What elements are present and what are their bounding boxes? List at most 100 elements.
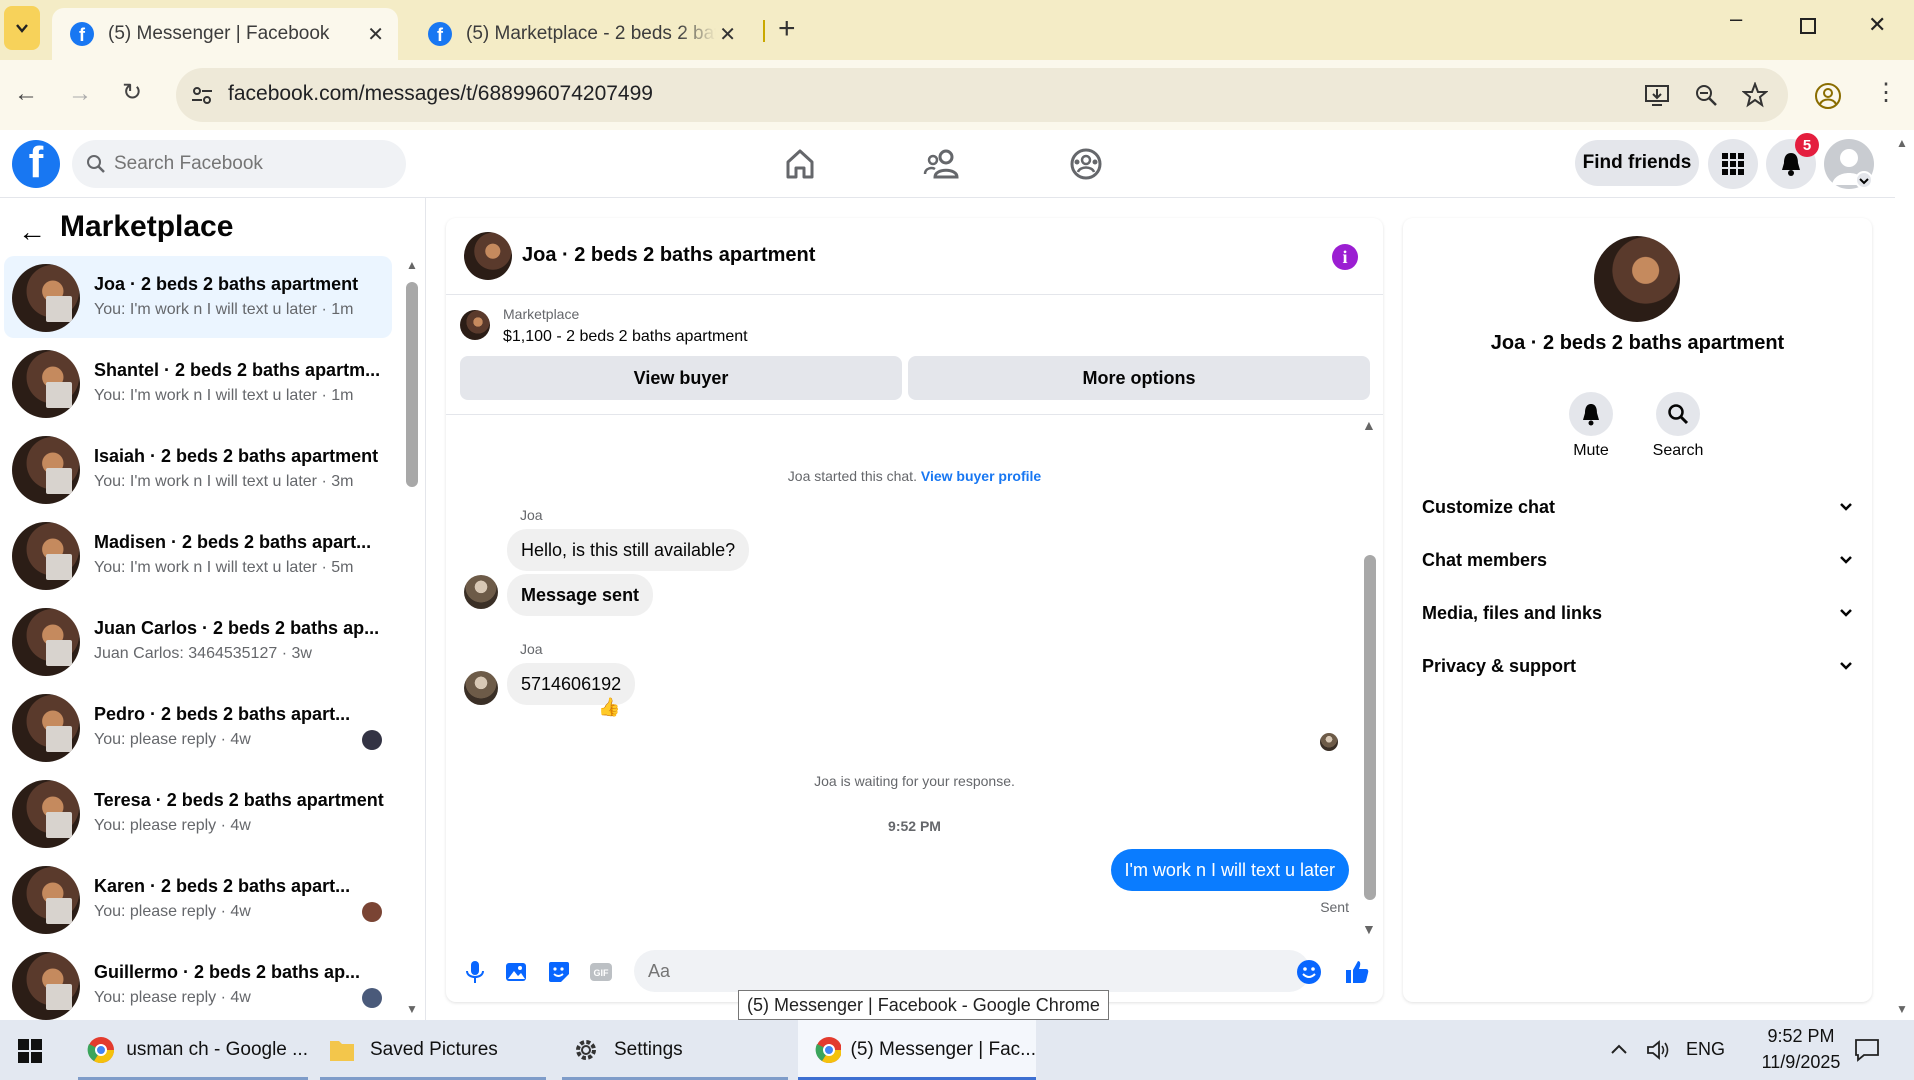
taskbar-app-saved-pictures[interactable]: Saved Pictures [320,1020,546,1080]
conversation-name: Karen · 2 beds 2 baths apart... [94,876,351,896]
chat-avatar[interactable] [464,232,512,280]
bookmark-star-icon[interactable] [1742,82,1768,108]
conversation-preview: You: I'm work n I will text u later · 1m [94,387,354,404]
taskbar-app-chrome-usman[interactable]: usman ch - Google ... [78,1020,308,1080]
browser-menu-icon[interactable]: ⋮ [1874,78,1898,107]
close-window-icon[interactable]: ✕ [1868,12,1886,38]
show-hidden-icons-icon[interactable] [1610,1042,1628,1056]
close-tab-icon[interactable]: ✕ [367,22,384,47]
facebook-favicon-icon: f [70,22,94,46]
scroll-down-arrow-icon[interactable]: ▼ [406,1002,418,1016]
account-avatar[interactable] [1824,139,1874,189]
install-app-icon[interactable] [1644,83,1670,107]
sender-avatar[interactable] [464,671,498,705]
incoming-message[interactable]: Hello, is this still available? [507,529,750,571]
taskbar-app-label: usman ch - Google ... [126,1039,308,1060]
mute-button[interactable] [1569,392,1613,436]
view-buyer-profile-link[interactable]: View buyer profile [921,468,1041,484]
facebook-logo[interactable]: f [12,140,60,188]
friends-icon[interactable] [922,144,962,184]
sticker-icon[interactable] [546,959,572,985]
page-scroll-down-arrow-icon[interactable]: ▼ [1896,1002,1908,1016]
chevron-down-icon [1840,662,1852,670]
chevron-down-icon [1840,503,1852,511]
taskbar-app-settings[interactable]: Settings [562,1020,788,1080]
site-info-icon[interactable] [190,84,214,106]
emoji-icon[interactable] [1296,959,1322,985]
chat-title[interactable]: Joa · 2 beds 2 baths apartment [522,244,815,267]
reload-icon[interactable]: ↻ [122,78,142,107]
conversation-item[interactable]: Karen · 2 beds 2 baths apart... You: plea… [4,858,392,940]
gif-icon[interactable]: GIF [588,959,614,985]
taskbar-app-label: Settings [614,1039,683,1060]
windows-start-icon[interactable] [18,1039,42,1063]
back-arrow-icon[interactable]: ← [18,216,46,248]
chevron-down-icon [1840,556,1852,564]
message-input[interactable] [634,950,1310,992]
conversation-item[interactable]: Madisen · 2 beds 2 baths apart... You: I'… [4,514,392,596]
conversation-item[interactable]: Teresa · 2 beds 2 baths apartment You: pl… [4,772,392,854]
photo-icon[interactable] [504,959,530,985]
language-indicator[interactable]: ENG [1686,1039,1725,1060]
restore-window-icon[interactable] [1800,18,1816,34]
browser-tab-strip: f (5) Messenger | Facebook ✕ f (5) Marke… [0,0,1914,60]
search-input[interactable] [114,140,394,188]
conversation-item[interactable]: Isaiah · 2 beds 2 baths apartment You: I'… [4,428,392,510]
conversation-item[interactable]: Juan Carlos · 2 beds 2 baths ap... Juan C… [4,600,392,682]
back-arrow-icon[interactable]: ← [14,80,38,108]
section-chat-members[interactable]: Chat members [1422,540,1854,580]
zoom-icon[interactable] [1694,83,1718,107]
profile-avatar[interactable] [1594,236,1680,322]
microphone-icon[interactable] [462,959,488,985]
profile-icon[interactable] [1814,82,1842,110]
find-friends-button[interactable]: Find friends [1575,140,1699,186]
section-customize-chat[interactable]: Customize chat [1422,487,1854,527]
like-thumb-icon[interactable] [1344,959,1370,985]
forward-arrow-icon[interactable]: → [68,80,92,108]
minimize-window-icon[interactable]: – [1730,6,1742,32]
incoming-message[interactable]: Message sent [507,574,654,616]
volume-icon[interactable] [1645,1038,1671,1062]
chat-started-notice: Joa started this chat. View buyer profil… [446,468,1383,484]
clock-time[interactable]: 9:52 PM [1746,1026,1856,1047]
notification-center-icon[interactable] [1854,1038,1880,1062]
outgoing-message[interactable]: I'm work n I will text u later [1110,849,1349,891]
conversation-item[interactable]: Joa · 2 beds 2 baths apartment You: I'm w… [4,256,392,338]
thread-scrollbar[interactable] [1364,555,1376,900]
conversation-item[interactable]: Guillermo · 2 beds 2 baths ap... You: ple… [4,944,392,1020]
scroll-up-arrow-icon[interactable]: ▲ [406,258,418,272]
clock-date[interactable]: 11/9/2025 [1746,1052,1856,1073]
tab-marketplace[interactable]: f (5) Marketplace - 2 beds 2 bath ✕ [410,8,750,60]
scroll-down-arrow-icon[interactable]: ▼ [1362,921,1376,937]
conversation-item[interactable]: Pedro · 2 beds 2 baths apart... You: plea… [4,686,392,768]
section-privacy-support[interactable]: Privacy & support [1422,646,1854,686]
menu-grid-button[interactable] [1708,139,1758,189]
info-icon[interactable]: i [1332,244,1358,270]
new-tab-button[interactable]: + [778,12,796,46]
search-in-chat-button[interactable] [1656,392,1700,436]
conversation-list-scrollbar[interactable] [406,282,418,487]
page-scroll-up-arrow-icon[interactable]: ▲ [1896,136,1908,150]
chrome-icon [815,1037,841,1064]
windows-taskbar: usman ch - Google ... Saved Pictures Set… [0,1020,1914,1080]
section-label: Media, files and links [1422,602,1603,623]
conversation-preview: You: please reply · 4w [94,903,251,920]
conversation-item[interactable]: Shantel · 2 beds 2 baths apartm... You: I… [4,342,392,424]
taskbar-app-chrome-messenger[interactable]: (5) Messenger | Fac... [798,1020,1036,1080]
tab-messenger[interactable]: f (5) Messenger | Facebook ✕ [52,8,398,60]
sender-avatar[interactable] [464,575,498,609]
notification-badge: 5 [1795,133,1819,157]
window-tooltip: (5) Messenger | Facebook - Google Chrome [738,990,1109,1020]
view-buyer-button[interactable]: View buyer [460,356,902,400]
tab-search-dropdown[interactable] [4,6,40,50]
section-media-files-links[interactable]: Media, files and links [1422,593,1854,633]
close-tab-icon[interactable]: ✕ [719,22,736,47]
address-bar[interactable]: facebook.com/messages/t/688996074207499 [176,68,1788,122]
facebook-search[interactable] [72,140,406,188]
home-icon[interactable] [780,144,820,184]
conversation-name: Joa · 2 beds 2 baths apartment [94,274,359,294]
more-options-button[interactable]: More options [908,356,1370,400]
thumbs-up-reaction[interactable]: 👍 [598,697,620,718]
scroll-up-arrow-icon[interactable]: ▲ [1362,417,1376,433]
groups-icon[interactable] [1066,144,1106,184]
